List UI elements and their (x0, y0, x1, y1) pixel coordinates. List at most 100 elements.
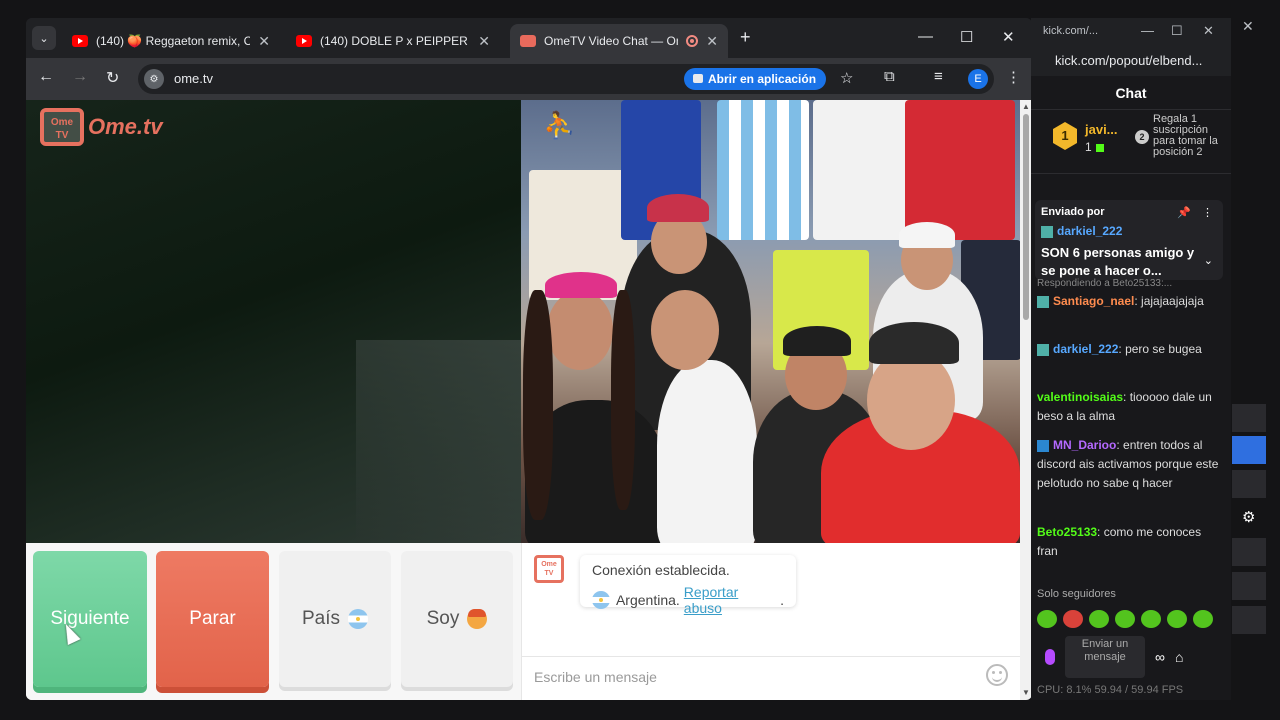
ometv-logo[interactable]: Ome TV Ome.tv (40, 108, 163, 146)
cap (647, 194, 709, 222)
back-icon[interactable]: ← (38, 68, 54, 86)
address-bar[interactable]: ⚙ ome.tv Abrir en aplicación ☆ (138, 64, 994, 94)
emote-icon[interactable] (1063, 610, 1083, 628)
close-tab-icon[interactable]: ✕ (706, 33, 718, 50)
send-message-input[interactable]: Enviar un mensaje (1065, 636, 1145, 678)
country-button-label: País (301, 608, 341, 629)
person-head (651, 290, 719, 370)
chat-text: jajajaajajaja (1141, 294, 1204, 308)
chat-message: darkiel_222: pero se bugea (1037, 340, 1223, 359)
followers-only-notice: Solo seguidores (1037, 588, 1116, 600)
menu-kebab-icon[interactable]: ⋮ (1006, 68, 1021, 86)
chat-username[interactable]: darkiel_222 (1053, 342, 1118, 356)
chat-message: MN_Darioo: entren todos al discord ais a… (1037, 438, 1219, 490)
close-tab-icon[interactable]: ✕ (478, 33, 490, 50)
cap (899, 222, 955, 248)
emote-icon[interactable] (1193, 610, 1213, 628)
close-tab-icon[interactable]: ✕ (258, 33, 270, 50)
person-head (867, 350, 955, 450)
chat-text: pero se bugea (1125, 342, 1202, 356)
new-tab-button[interactable]: + (740, 27, 751, 48)
scroll-down-arrow[interactable]: ▼ (1022, 688, 1030, 697)
maximize-icon[interactable]: ☐ (960, 28, 973, 46)
pin-icon[interactable]: 📌 (1177, 206, 1191, 219)
emote-icon[interactable] (1037, 610, 1057, 628)
open-in-app-button[interactable]: Abrir en aplicación (684, 68, 827, 90)
person-head (547, 290, 613, 370)
country-button[interactable]: País (279, 551, 391, 687)
site-info-icon[interactable]: ⚙ (144, 69, 164, 89)
close-window-icon[interactable]: ✕ (1002, 28, 1015, 46)
store-icon[interactable]: ⌂ (1175, 649, 1183, 665)
emoji-icon[interactable] (986, 664, 1008, 686)
reload-icon[interactable]: ↻ (106, 68, 119, 88)
more-options-icon[interactable]: ⋮ (1202, 206, 1213, 219)
chat-username[interactable]: Beto25133 (1037, 525, 1097, 539)
jersey (813, 100, 913, 240)
message-input[interactable]: Escribe un mensaje (522, 656, 1020, 700)
side-button[interactable] (1232, 606, 1266, 634)
chat-pane: Ome TV Conexión establecida. Argentina. … (521, 543, 1020, 700)
emote-icon[interactable] (1167, 610, 1187, 628)
gift-leaderboard[interactable]: 1 javi... 1 2 Regala 1 suscripción para … (1031, 110, 1231, 174)
extensions-icon[interactable]: ⧉ (884, 68, 895, 85)
ometv-icon (520, 35, 536, 47)
emote-menu-icon[interactable]: ∞ (1155, 649, 1165, 665)
argentina-flag-icon (348, 609, 369, 629)
scroll-thumb[interactable] (1023, 114, 1029, 320)
partner-country: Argentina. (615, 592, 680, 608)
control-panel: Siguiente Parar País Soy (26, 543, 521, 700)
remote-video: ⛹ (521, 100, 1020, 543)
stop-button-label: Parar (189, 608, 236, 629)
side-button[interactable] (1232, 538, 1266, 566)
logo-text: Ome.tv (88, 114, 163, 139)
gender-button[interactable]: Soy (401, 551, 513, 687)
side-button[interactable] (1232, 572, 1266, 600)
tab-doble-p[interactable]: (140) DOBLE P x PEIPPER - PUTI ✕ (286, 24, 500, 58)
close-icon[interactable]: ✕ (1242, 18, 1254, 35)
tab-ometv[interactable]: OmeTV Video Chat — Ome ✕ (510, 24, 728, 58)
microphone-icon[interactable] (1045, 649, 1055, 665)
media-control-icon[interactable]: ≡ (934, 68, 943, 85)
tab-search-button[interactable]: ⌄ (32, 26, 56, 50)
argentina-flag-icon (592, 591, 610, 609)
chat-username[interactable]: valentinoisaias (1037, 390, 1123, 404)
hair (523, 290, 553, 520)
gift-leader-name: javi... (1085, 122, 1118, 137)
chat-username[interactable]: Santiago_nael (1053, 294, 1134, 308)
person (657, 360, 757, 543)
maximize-icon[interactable]: ☐ (1171, 23, 1183, 39)
gift-leader-count: 1 (1085, 140, 1104, 154)
tab-reggaeton[interactable]: (140) 🍑 Reggaeton remix, Club ✕ (62, 24, 280, 58)
emote-icon[interactable] (1115, 610, 1135, 628)
chat-username[interactable]: MN_Darioo (1053, 438, 1116, 452)
side-button[interactable] (1232, 470, 1266, 498)
forward-icon[interactable]: → (72, 68, 88, 86)
kick-url-bar[interactable]: kick.com/popout/elbend... (1031, 46, 1231, 76)
minimize-icon[interactable]: — (1141, 23, 1154, 38)
side-button[interactable] (1232, 404, 1266, 432)
next-button[interactable]: Siguiente (33, 551, 147, 687)
close-window-icon[interactable]: ✕ (1203, 23, 1214, 39)
minimize-icon[interactable]: — (918, 28, 933, 45)
emote-icon[interactable] (1089, 610, 1109, 628)
gift-prompt: Regala 1 suscripción para tomar la posic… (1153, 113, 1218, 158)
emote-icon[interactable] (1141, 610, 1161, 628)
bookmark-star-icon[interactable]: ☆ (840, 69, 853, 87)
hair (611, 290, 635, 510)
video-shadow (356, 340, 536, 550)
subscriber-badge-icon (1037, 295, 1049, 308)
report-abuse-link[interactable]: Reportar abuso (684, 584, 780, 616)
logo-badge: Ome TV (40, 108, 84, 146)
scroll-up-arrow[interactable]: ▲ (1022, 102, 1030, 111)
system-message: Conexión establecida. Argentina. Reporta… (580, 555, 796, 616)
profile-avatar[interactable]: E (968, 69, 988, 89)
kick-window-title: kick.com/... (1043, 25, 1099, 37)
gear-icon[interactable]: ⚙ (1242, 508, 1255, 526)
verified-badge-icon (1037, 439, 1049, 452)
stop-button[interactable]: Parar (156, 551, 269, 687)
pinned-message[interactable]: Enviado por 📌 ⋮ darkiel_222 SON 6 person… (1035, 200, 1223, 280)
side-button[interactable] (1232, 436, 1266, 464)
pinned-username[interactable]: darkiel_222 (1041, 224, 1217, 238)
chevron-down-icon[interactable]: ⌄ (1204, 254, 1213, 267)
